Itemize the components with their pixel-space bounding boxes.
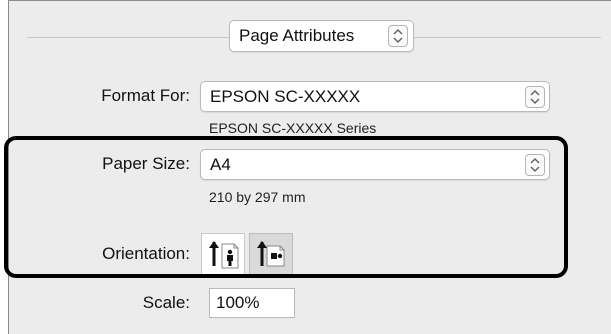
- format-for-detail: EPSON SC-XXXXX Series: [209, 120, 377, 136]
- format-for-label: Format For:: [101, 86, 190, 105]
- scale-input[interactable]: 100%: [209, 288, 295, 318]
- header-separator-left: [27, 37, 237, 38]
- header-separator-right: [411, 37, 601, 38]
- format-for-value: EPSON SC-XXXXX: [210, 86, 361, 106]
- settings-mode-value: Page Attributes: [239, 26, 355, 45]
- callout-highlight-box: [4, 136, 568, 278]
- popup-stepper-icon: [388, 25, 408, 47]
- scale-label: Scale:: [142, 293, 190, 312]
- format-for-stepper-icon: [525, 85, 545, 108]
- settings-mode-popup[interactable]: Page Attributes: [229, 20, 414, 52]
- format-for-popup[interactable]: EPSON SC-XXXXX: [200, 81, 550, 112]
